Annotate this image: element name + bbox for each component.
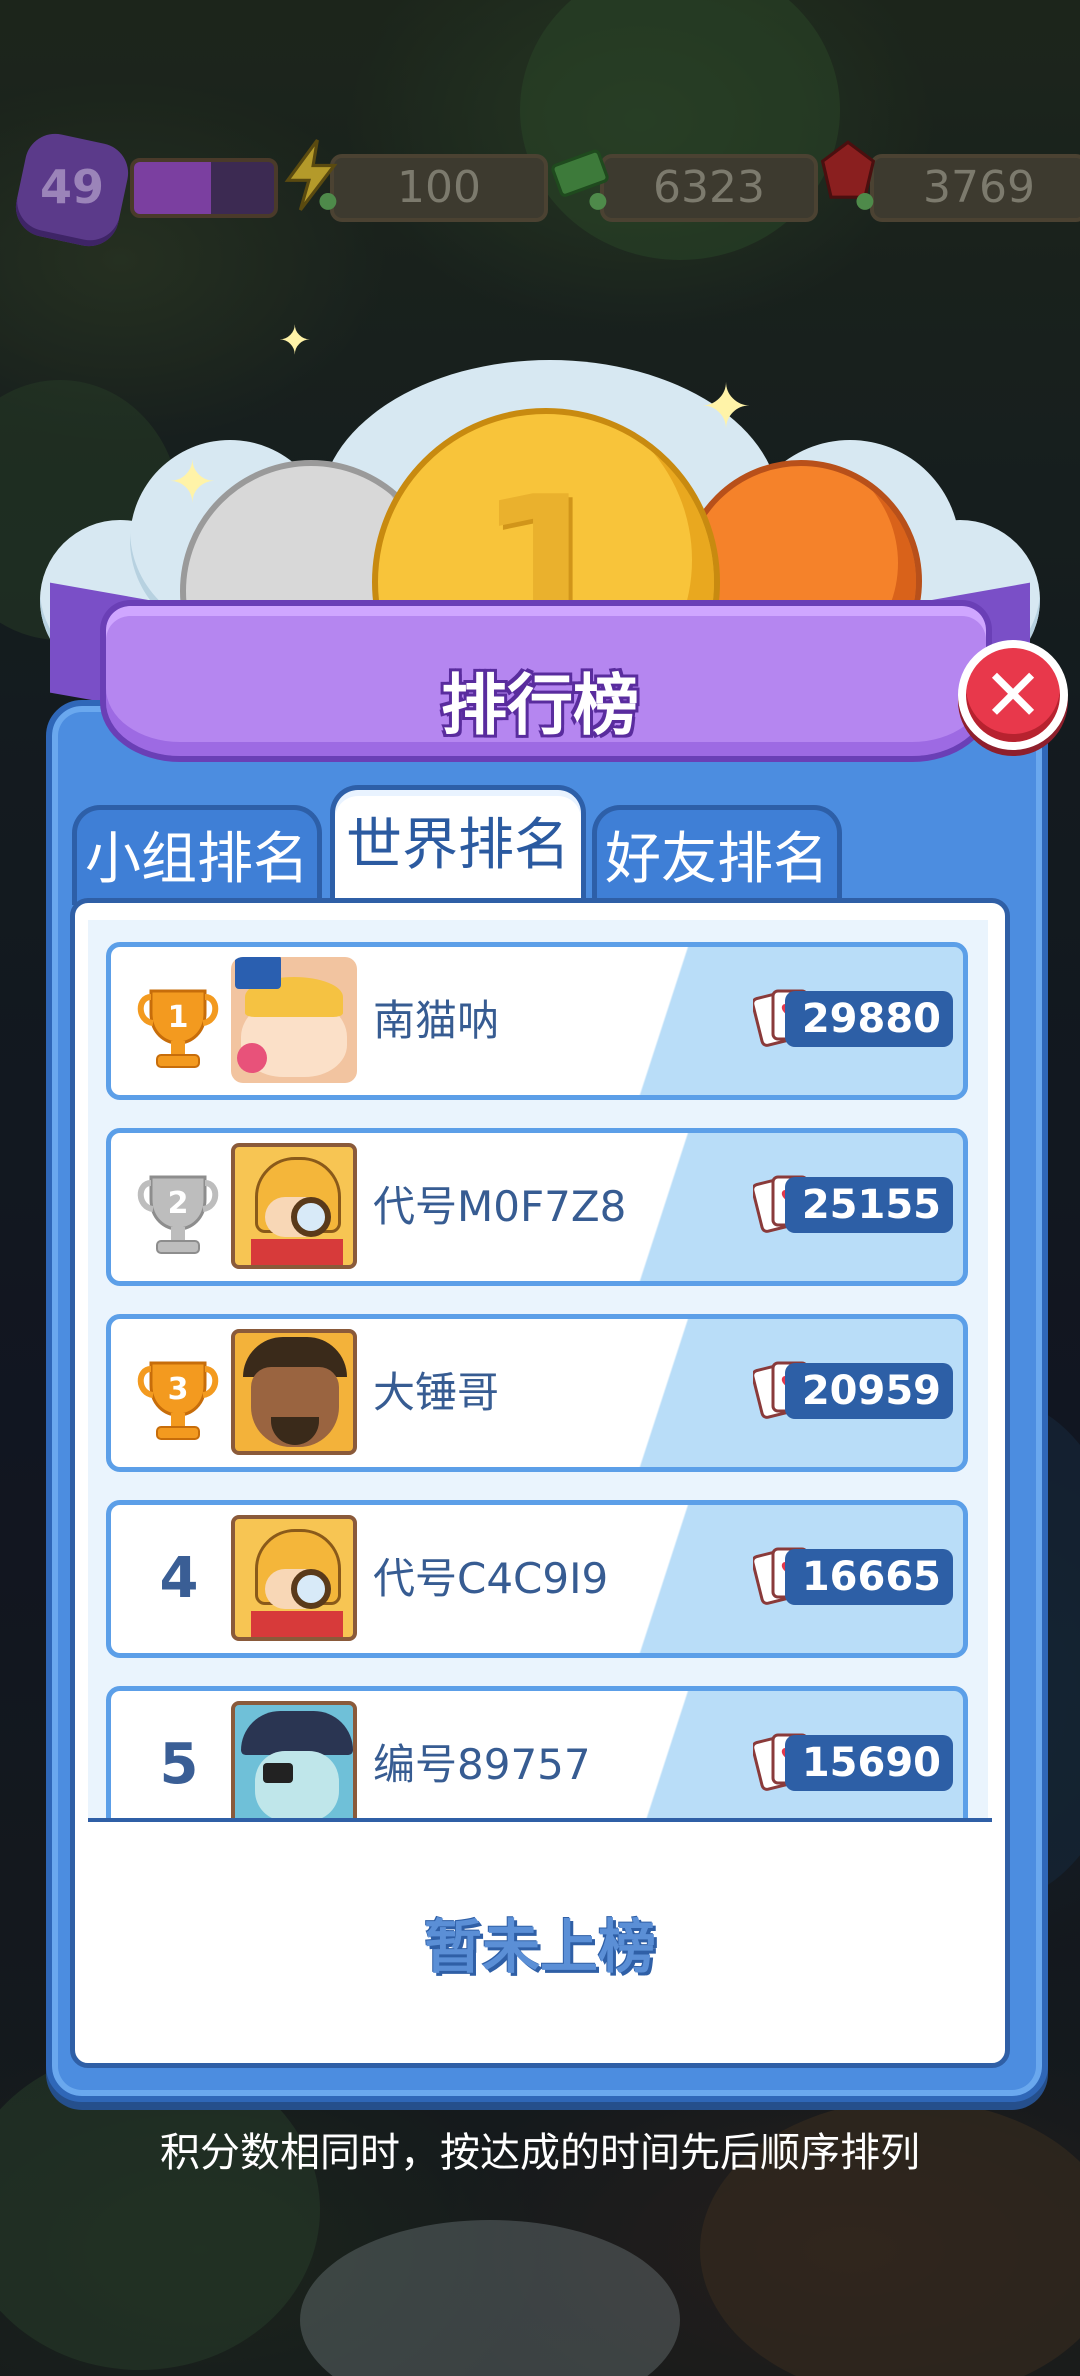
trophy-rank: 3 bbox=[168, 1372, 189, 1407]
cash-value: 6323 bbox=[653, 162, 765, 213]
bronze-trophy-icon: 3 bbox=[137, 1361, 219, 1440]
ranking-row[interactable]: 3 大锤哥 20959 bbox=[106, 1314, 968, 1472]
xp-progress-fill bbox=[134, 162, 211, 214]
tab-world-ranking[interactable]: 世界排名 bbox=[330, 785, 586, 905]
sparkle-icon: ✦ bbox=[278, 318, 312, 364]
xp-progress-bar bbox=[130, 158, 278, 218]
close-button[interactable]: ✕ bbox=[958, 640, 1068, 750]
ruby-icon bbox=[820, 140, 876, 210]
my-rank-status: 暂未上榜 bbox=[423, 1913, 656, 1981]
player-name: 南猫呐 bbox=[373, 996, 500, 1045]
trophy-rank: 1 bbox=[168, 1000, 189, 1035]
score-value: 15690 bbox=[785, 1735, 953, 1791]
player-name: 代号M0F7Z8 bbox=[373, 1182, 627, 1231]
list-divider bbox=[88, 1818, 992, 1822]
cash-counter[interactable]: 6323 bbox=[600, 154, 818, 222]
ranking-list[interactable]: 1 南猫呐 29880 2 代号M0F7Z8 25155 3 大锤哥 20959… bbox=[88, 920, 988, 1820]
player-name: 代号C4C9I9 bbox=[373, 1554, 609, 1603]
score-value: 20959 bbox=[785, 1363, 953, 1419]
sparkle-icon: ✦ bbox=[700, 370, 752, 443]
ranking-row[interactable]: 5 编号89757 15690 bbox=[106, 1686, 968, 1820]
close-icon: ✕ bbox=[982, 653, 1044, 737]
score-value: 29880 bbox=[785, 991, 953, 1047]
gem-counter[interactable]: 3769 bbox=[870, 154, 1080, 222]
player-name: 大锤哥 bbox=[373, 1368, 500, 1417]
level-value: 49 bbox=[39, 160, 104, 214]
ranking-row[interactable]: 2 代号M0F7Z8 25155 bbox=[106, 1128, 968, 1286]
gold-trophy-icon: 1 bbox=[137, 989, 219, 1068]
ranking-rule-note: 积分数相同时，按达成的时间先后顺序排列 bbox=[160, 2130, 920, 2176]
energy-counter[interactable]: 100 bbox=[330, 154, 548, 222]
rank-number: 5 bbox=[159, 1732, 199, 1797]
avatar[interactable] bbox=[231, 1701, 357, 1820]
player-name: 编号89757 bbox=[373, 1740, 591, 1789]
avatar[interactable] bbox=[231, 1143, 357, 1269]
ranking-row[interactable]: 4 代号C4C9I9 16665 bbox=[106, 1500, 968, 1658]
avatar[interactable] bbox=[231, 1329, 357, 1455]
avatar[interactable] bbox=[231, 1515, 357, 1641]
ranking-row[interactable]: 1 南猫呐 29880 bbox=[106, 942, 968, 1100]
leaderboard-title: 排行榜 bbox=[441, 667, 639, 744]
rank-number: 4 bbox=[159, 1546, 199, 1611]
gem-value: 3769 bbox=[923, 162, 1035, 213]
tab-friend-ranking[interactable]: 好友排名 bbox=[592, 805, 842, 905]
top-hud: 49 100 6323 3769 bbox=[10, 128, 1080, 252]
silver-trophy-icon: 2 bbox=[137, 1175, 219, 1254]
score-value: 25155 bbox=[785, 1177, 953, 1233]
trophy-rank: 2 bbox=[168, 1186, 189, 1221]
cash-icon bbox=[551, 149, 609, 210]
tab-group-ranking[interactable]: 小组排名 bbox=[72, 805, 322, 905]
score-value: 16665 bbox=[785, 1549, 953, 1605]
lightning-icon bbox=[284, 139, 338, 211]
energy-value: 100 bbox=[397, 162, 481, 213]
sparkle-icon: ✦ bbox=[168, 448, 217, 516]
avatar[interactable] bbox=[231, 957, 357, 1083]
